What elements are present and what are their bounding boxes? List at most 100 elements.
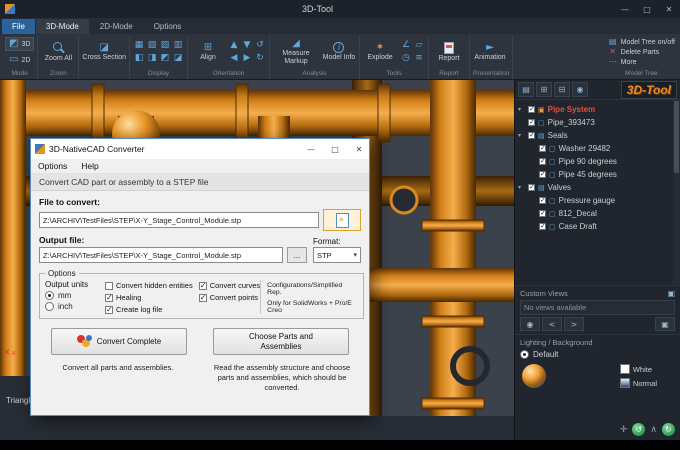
visibility-checkbox[interactable]	[528, 118, 535, 126]
ribbon-tab[interactable]: 3D-Mode	[35, 19, 89, 34]
dialog-menu-item[interactable]: Help	[74, 161, 105, 171]
format-dropdown[interactable]: STP ▾	[313, 247, 361, 263]
visibility-checkbox[interactable]	[539, 144, 546, 152]
model-tree-menu-item[interactable]: Delete Parts	[608, 48, 675, 56]
dialog-maximize-button[interactable]: □	[325, 139, 345, 159]
scrollbar-thumb[interactable]	[674, 101, 679, 173]
output-file-input[interactable]	[39, 247, 283, 263]
dialog-minimize-button[interactable]: —	[301, 139, 321, 159]
visibility-checkbox[interactable]	[539, 157, 546, 165]
option-checkbox[interactable]: Convert curves	[198, 281, 260, 290]
section-view-icon[interactable]: ◪	[172, 53, 184, 65]
browse-output-button[interactable]: ...	[287, 247, 307, 263]
panel-toolbar-icon[interactable]: ◉	[572, 82, 588, 97]
visibility-checkbox[interactable]	[528, 105, 535, 113]
dialog-menu-item[interactable]: Options	[31, 161, 74, 171]
zoom-all-button[interactable]: Zoom All	[41, 41, 75, 63]
visibility-checkbox[interactable]	[528, 131, 535, 139]
tree-item[interactable]: ▾ Case Draft	[518, 220, 671, 233]
visibility-checkbox[interactable]	[539, 209, 546, 217]
corner-view-icon[interactable]: ◩	[159, 53, 171, 65]
panel-toolbar-icon[interactable]: ⊞	[536, 82, 552, 97]
animation-button[interactable]: Animation	[473, 43, 507, 62]
background-normal-option[interactable]: Normal	[619, 378, 657, 388]
tree-scrollbar[interactable]	[673, 100, 680, 285]
visibility-checkbox[interactable]	[539, 222, 546, 230]
panel-footer-icon[interactable]: ✛	[620, 425, 628, 435]
shaded-view-icon[interactable]: ▦	[133, 40, 145, 52]
cross-section-button[interactable]: Cross Section	[82, 43, 126, 62]
rotate-ccw-icon[interactable]: ↺	[254, 40, 266, 52]
rotate-right-icon[interactable]: ▶	[241, 53, 253, 65]
explode-button[interactable]: Explode	[363, 43, 397, 62]
background-white-option[interactable]: White	[619, 364, 657, 374]
compare-tool-icon[interactable]: ▱	[413, 40, 425, 52]
unit-radio[interactable]: inch	[45, 302, 99, 311]
tree-item[interactable]: ▾ 812_Decal	[518, 207, 671, 220]
expand-arrow-icon[interactable]: ▾	[518, 184, 525, 191]
tree-item[interactable]: ▾ Pipe_393473	[518, 116, 671, 129]
tree-item[interactable]: ▾ Washer 29482	[518, 142, 671, 155]
maximize-button[interactable]: □	[636, 0, 658, 18]
lighting-default-radio[interactable]: Default	[520, 350, 675, 359]
option-checkbox[interactable]: Convert hidden entities	[105, 281, 193, 290]
tree-item[interactable]: ▾ Pipe 90 degrees	[518, 155, 671, 168]
report-button[interactable]: Report	[432, 41, 466, 63]
minimize-button[interactable]: —	[614, 0, 636, 18]
model-tree-menu-item[interactable]: Model Tree on/off	[608, 38, 675, 46]
rotate-cw-icon[interactable]: ↻	[254, 53, 266, 65]
tree-item[interactable]: ▾ Seals	[518, 129, 671, 142]
align-button[interactable]: Align	[191, 43, 225, 62]
visibility-checkbox[interactable]	[539, 196, 546, 204]
list-tool-icon[interactable]: ≡	[413, 53, 425, 65]
hidden-line-view-icon[interactable]: ▨	[159, 40, 171, 52]
option-checkbox[interactable]: Healing	[105, 293, 193, 302]
angle-tool-icon[interactable]: ∠	[400, 40, 412, 52]
clock-tool-icon[interactable]: ◷	[400, 53, 412, 65]
rotate-down-icon[interactable]: ▼	[241, 40, 253, 52]
half-view-icon[interactable]: ◧	[133, 53, 145, 65]
custom-view-button[interactable]: <	[542, 317, 562, 331]
close-button[interactable]: ✕	[658, 0, 680, 18]
rotate-up-icon[interactable]: ▲	[228, 40, 240, 52]
visibility-checkbox[interactable]	[528, 183, 535, 191]
browse-file-button[interactable]	[323, 209, 361, 231]
model-tree-menu-item[interactable]: More	[608, 58, 675, 66]
choose-parts-button[interactable]: Choose Parts and Assemblies	[213, 328, 349, 355]
visibility-checkbox[interactable]	[539, 170, 546, 178]
unit-radio[interactable]: mm	[45, 291, 99, 300]
ribbon-tab[interactable]: File	[2, 19, 35, 34]
ribbon-tab[interactable]: Options	[144, 19, 192, 34]
lighting-sphere-preview[interactable]	[522, 364, 546, 388]
tree-item[interactable]: ▾ Pipe 45 degrees	[518, 168, 671, 181]
tree-root-item[interactable]: ▾ Pipe System	[518, 103, 671, 116]
custom-view-button[interactable]: ◉	[520, 317, 540, 331]
custom-view-button[interactable]: >	[564, 317, 584, 331]
tree-item[interactable]: ▾ Pressure gauge	[518, 194, 671, 207]
custom-views-list[interactable]: No views available	[520, 300, 675, 315]
option-checkbox[interactable]: Create log file	[105, 305, 193, 314]
ribbon-tab[interactable]: 2D-Mode	[90, 19, 143, 34]
rotate-left-icon[interactable]: ◀	[228, 53, 240, 65]
model-info-button[interactable]: Model Info	[322, 42, 356, 62]
tree-item[interactable]: ▾ Valves	[518, 181, 671, 194]
panel-footer-icon[interactable]: ↻	[662, 423, 675, 436]
transparent-view-icon[interactable]: ▥	[172, 40, 184, 52]
edges-view-icon[interactable]: ◨	[146, 53, 158, 65]
panel-toolbar-icon[interactable]: ⊟	[554, 82, 570, 97]
option-checkbox[interactable]: Convert points	[198, 293, 260, 302]
mode-2d-button[interactable]: 2D	[5, 53, 34, 67]
panel-footer-icon[interactable]: ↺	[632, 423, 646, 436]
dialog-close-button[interactable]: ✕	[349, 139, 369, 159]
expand-arrow-icon[interactable]: ▾	[518, 106, 525, 113]
custom-view-button[interactable]: ▣	[655, 317, 675, 331]
convert-complete-button[interactable]: Convert Complete	[51, 328, 187, 355]
mode-3d-button[interactable]: 3D	[5, 37, 35, 51]
save-view-icon[interactable]: ▣	[667, 289, 675, 298]
file-to-convert-input[interactable]	[39, 212, 319, 228]
measure-markup-button[interactable]: Measure Markup	[273, 39, 319, 65]
expand-arrow-icon[interactable]: ▾	[518, 132, 525, 139]
panel-footer-icon[interactable]: ∧	[650, 425, 657, 435]
panel-toolbar-icon[interactable]: ▤	[518, 82, 534, 97]
wireframe-view-icon[interactable]: ▧	[146, 40, 158, 52]
